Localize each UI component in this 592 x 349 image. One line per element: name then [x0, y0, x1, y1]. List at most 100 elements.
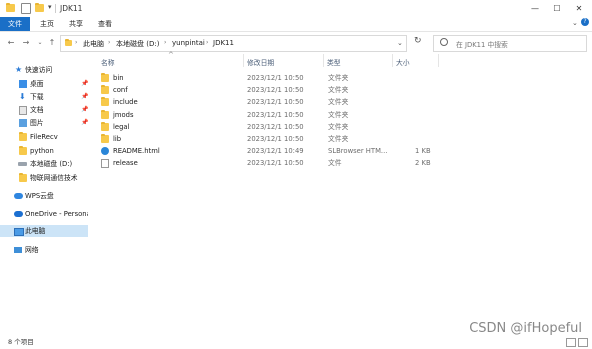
sidebar-item-downloads[interactable]: ⬇ 下载 📌: [0, 91, 88, 103]
sidebar-item-wps-cloud[interactable]: WPS云盘: [0, 190, 88, 202]
sidebar-item-filerecv[interactable]: FileRecv: [0, 131, 88, 143]
breadcrumb-this-pc[interactable]: 此电脑: [83, 39, 104, 49]
tab-share[interactable]: 共享: [61, 17, 91, 31]
maximize-button[interactable]: ☐: [546, 0, 568, 17]
desktop-icon: [19, 80, 27, 88]
sidebar-item-documents[interactable]: 文档 📌: [0, 104, 88, 116]
title-bar: ▾ JDK11 — ☐ ✕: [0, 0, 592, 17]
up-button[interactable]: ↑: [47, 37, 57, 49]
sidebar-item-label: 此电脑: [25, 227, 46, 235]
file-name: conf: [113, 86, 128, 94]
minimize-button[interactable]: —: [524, 0, 546, 17]
sidebar-item-pictures[interactable]: 图片 📌: [0, 117, 88, 129]
address-dropdown-icon[interactable]: ⌄: [397, 39, 403, 47]
chevron-right-icon[interactable]: ›: [164, 39, 166, 46]
refresh-icon[interactable]: ↻: [414, 36, 422, 46]
folder-icon: [65, 39, 72, 46]
navigation-pane: ★ 快速访问 桌面 📌 ⬇ 下载 📌 文档 📌 图片 📌 FileRecv py…: [0, 58, 90, 328]
column-divider[interactable]: [392, 54, 393, 67]
file-name: bin: [113, 74, 124, 82]
file-name: legal: [113, 123, 130, 131]
pin-icon[interactable]: 📌: [81, 91, 88, 103]
help-icon[interactable]: ?: [581, 18, 589, 26]
sidebar-item-label: OneDrive - Persona: [25, 210, 88, 218]
column-header-date[interactable]: 修改日期: [247, 57, 274, 67]
pin-icon[interactable]: 📌: [81, 117, 88, 129]
table-row[interactable]: conf 2023/12/1 10:50 文件夹: [95, 84, 440, 96]
sidebar-item-desktop[interactable]: 桌面 📌: [0, 78, 88, 90]
file-size: 2 KB: [415, 159, 431, 167]
forward-button[interactable]: →: [21, 37, 31, 49]
chevron-right-icon[interactable]: ›: [75, 39, 77, 46]
table-row[interactable]: jmods 2023/12/1 10:50 文件夹: [95, 109, 440, 121]
sidebar-item-iot[interactable]: 物联网通信技术: [0, 172, 88, 184]
tab-home[interactable]: 主页: [32, 17, 62, 31]
pc-icon: [14, 228, 24, 236]
cloud-icon: [14, 211, 23, 217]
search-icon: [440, 38, 448, 46]
sidebar-item-label: 本地磁盘 (D:): [30, 160, 73, 168]
file-date: 2023/12/1 10:50: [247, 159, 304, 167]
download-icon: ⬇: [19, 92, 26, 101]
recent-locations-icon[interactable]: ⌄: [35, 37, 45, 49]
properties-icon[interactable]: [21, 3, 31, 14]
sidebar-item-this-pc[interactable]: 此电脑: [0, 225, 88, 237]
breadcrumb-drive-d[interactable]: 本地磁盘 (D:): [116, 39, 159, 49]
pin-icon[interactable]: 📌: [81, 78, 88, 90]
file-date: 2023/12/1 10:49: [247, 147, 304, 155]
file-type: 文件夹: [328, 135, 349, 143]
table-row[interactable]: release 2023/12/1 10:50 文件 2 KB: [95, 157, 440, 169]
new-folder-icon[interactable]: [35, 3, 44, 12]
large-icons-view-icon[interactable]: [578, 338, 588, 347]
quick-access-toolbar-dropdown-icon[interactable]: ▾: [48, 3, 52, 11]
column-header-type[interactable]: 类型: [327, 57, 341, 67]
star-icon: ★: [15, 65, 23, 74]
expand-ribbon-icon[interactable]: ⌄: [572, 19, 578, 27]
table-row[interactable]: README.html 2023/12/1 10:49 SLBrowser HT…: [95, 145, 440, 157]
details-view-icon[interactable]: [566, 338, 576, 347]
table-row[interactable]: include 2023/12/1 10:50 文件夹: [95, 96, 440, 108]
folder-icon: [19, 132, 27, 141]
address-bar[interactable]: › 此电脑 › 本地磁盘 (D:) › yunpintai › JDK11 ⌄: [60, 35, 407, 52]
file-name: release: [113, 159, 138, 167]
column-divider[interactable]: [243, 54, 244, 67]
chevron-right-icon[interactable]: ›: [206, 39, 208, 46]
sidebar-item-drive-d[interactable]: 本地磁盘 (D:): [0, 158, 88, 170]
file-date: 2023/12/1 10:50: [247, 135, 304, 143]
table-row[interactable]: bin 2023/12/1 10:50 文件夹: [95, 72, 440, 84]
chevron-right-icon[interactable]: ›: [108, 39, 110, 46]
file-type: 文件夹: [328, 98, 349, 106]
sidebar-item-label: FileRecv: [30, 133, 58, 141]
file-date: 2023/12/1 10:50: [247, 98, 304, 106]
folder-icon: [101, 73, 109, 82]
back-button[interactable]: ←: [6, 37, 16, 49]
search-box[interactable]: 在 JDK11 中搜索: [433, 35, 587, 52]
column-divider[interactable]: [438, 54, 439, 67]
column-divider[interactable]: [323, 54, 324, 67]
sort-ascending-icon: ^: [168, 51, 174, 59]
column-header-size[interactable]: 大小: [396, 57, 410, 67]
sidebar-item-label: python: [30, 147, 54, 155]
tab-view[interactable]: 查看: [90, 17, 120, 31]
close-button[interactable]: ✕: [568, 0, 590, 17]
cloud-icon: [14, 193, 23, 199]
sidebar-item-label: 快速访问: [25, 66, 53, 74]
breadcrumb-jdk11[interactable]: JDK11: [213, 39, 234, 47]
breadcrumb-yunpintai[interactable]: yunpintai: [172, 39, 205, 47]
table-row[interactable]: legal 2023/12/1 10:50 文件夹: [95, 121, 440, 133]
folder-icon: [19, 146, 27, 155]
sidebar-item-label: 网络: [25, 246, 39, 254]
tab-file[interactable]: 文件: [0, 17, 30, 31]
sidebar-item-label: 图片: [30, 119, 44, 127]
table-row[interactable]: lib 2023/12/1 10:50 文件夹: [95, 133, 440, 145]
watermark-text: CSDN @ifHopeful: [469, 321, 582, 336]
sidebar-item-python[interactable]: python: [0, 145, 88, 157]
column-header-name[interactable]: 名称: [101, 57, 115, 67]
sidebar-item-quick-access[interactable]: ★ 快速访问: [0, 64, 88, 76]
sidebar-item-label: 文档: [30, 106, 44, 114]
pin-icon[interactable]: 📌: [81, 104, 88, 116]
sidebar-item-onedrive[interactable]: OneDrive - Persona: [0, 208, 88, 220]
file-type: 文件夹: [328, 86, 349, 94]
folder-icon: [6, 3, 15, 12]
sidebar-item-network[interactable]: 网络: [0, 244, 88, 256]
